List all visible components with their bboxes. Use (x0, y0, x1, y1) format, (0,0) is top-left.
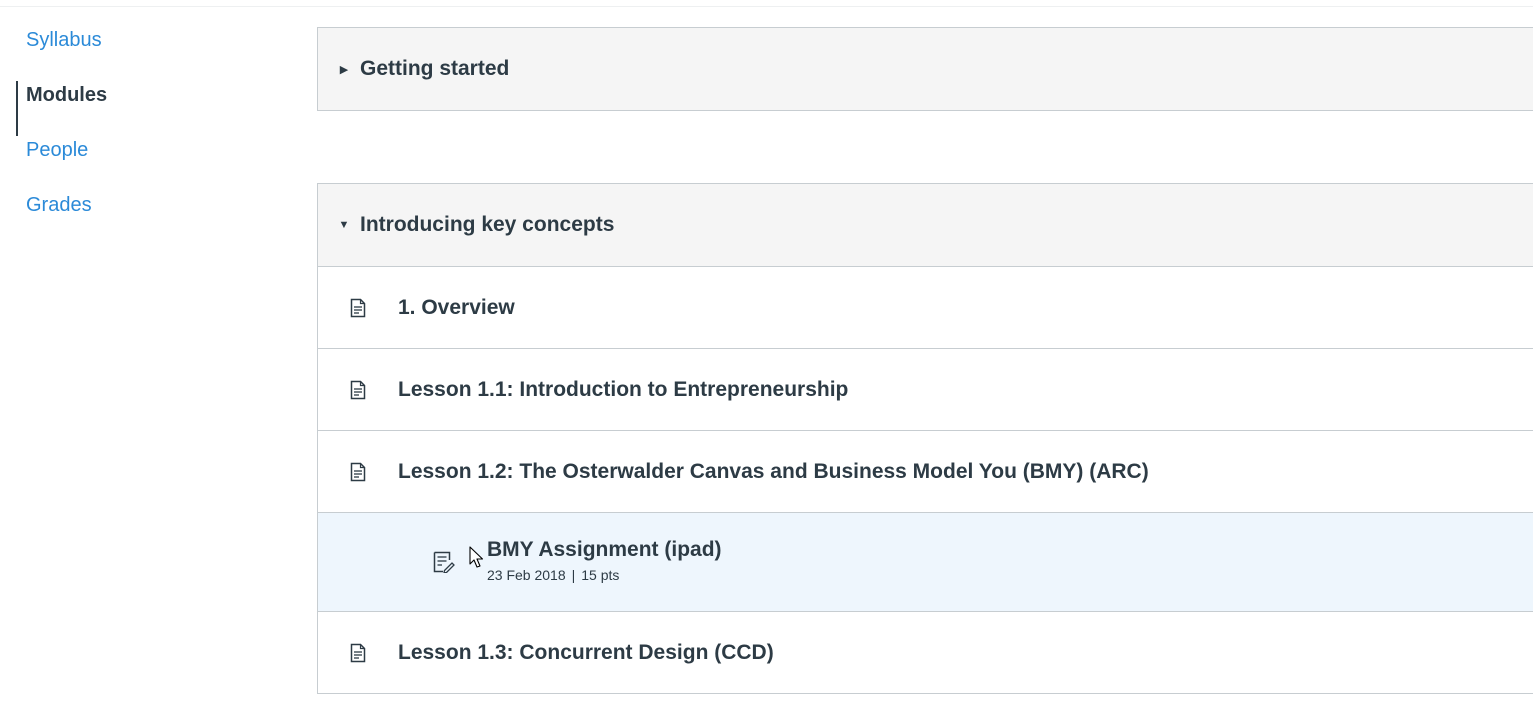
module-item: 1. Overview (318, 266, 1533, 348)
nav-item-syllabus[interactable]: Syllabus (16, 22, 286, 77)
module-item-title[interactable]: BMY Assignment (ipad) (487, 538, 722, 562)
assignment-details: 23 Feb 2018 | 15 pts (487, 567, 722, 583)
caret-right-icon: ▶ (339, 63, 349, 76)
module-title: Introducing key concepts (360, 213, 615, 236)
modules-list: ▶ Getting started ▼ Introducing key conc… (317, 27, 1533, 694)
page-icon (345, 377, 371, 403)
meta-separator: | (571, 566, 576, 583)
top-divider (0, 6, 1533, 7)
course-navigation: Syllabus Modules People Grades (16, 22, 286, 242)
due-date: 23 Feb 2018 (487, 566, 566, 583)
nav-item-modules[interactable]: Modules (16, 77, 286, 136)
module-item: Lesson 1.1: Introduction to Entrepreneur… (318, 348, 1533, 430)
module-item-title[interactable]: Lesson 1.3: Concurrent Design (CCD) (398, 641, 774, 665)
points: 15 pts (581, 566, 620, 583)
module-title: Getting started (360, 57, 510, 80)
caret-down-icon: ▼ (338, 219, 350, 231)
module-header[interactable]: ▼ Introducing key concepts (318, 184, 1533, 266)
module-item: Lesson 1.3: Concurrent Design (CCD) (318, 611, 1533, 693)
nav-item-grades[interactable]: Grades (16, 187, 286, 242)
page-icon (345, 640, 371, 666)
module-header[interactable]: ▶ Getting started (318, 28, 1533, 110)
module-item-title[interactable]: 1. Overview (398, 296, 515, 320)
page-icon (345, 459, 371, 485)
nav-item-people[interactable]: People (16, 132, 286, 187)
module-item-title[interactable]: Lesson 1.1: Introduction to Entrepreneur… (398, 378, 848, 402)
assignment-icon (431, 549, 457, 575)
module-item: Lesson 1.2: The Osterwalder Canvas and B… (318, 430, 1533, 512)
page-icon (345, 295, 371, 321)
module-item-assignment: BMY Assignment (ipad) 23 Feb 2018 | 15 pts (318, 512, 1533, 611)
module-introducing-key-concepts: ▼ Introducing key concepts 1. Overview L… (317, 183, 1533, 694)
module-item-title[interactable]: Lesson 1.2: The Osterwalder Canvas and B… (398, 460, 1149, 484)
module-getting-started: ▶ Getting started (317, 27, 1533, 111)
